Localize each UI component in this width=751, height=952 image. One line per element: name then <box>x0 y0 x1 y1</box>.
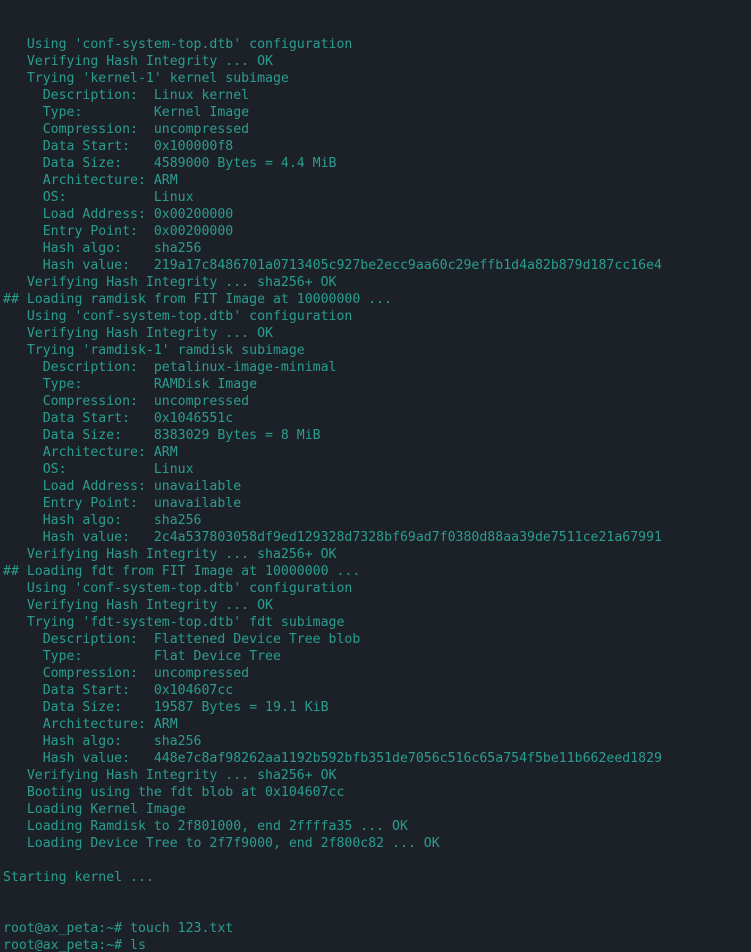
terminal-line: Architecture: ARM <box>3 717 178 732</box>
terminal-line: root@ax_peta:~# touch 123.txt <box>3 921 234 936</box>
terminal-line: Starting kernel ... <box>3 870 154 885</box>
terminal-line: Hash algo: sha256 <box>3 734 202 749</box>
terminal-line: Using 'conf-system-top.dtb' configuratio… <box>3 37 353 52</box>
terminal-line: Architecture: ARM <box>3 445 178 460</box>
terminal-line: ## Loading ramdisk from FIT Image at 100… <box>3 292 393 307</box>
terminal-line: OS: Linux <box>3 190 194 205</box>
terminal-line: Architecture: ARM <box>3 173 178 188</box>
terminal-line: Trying 'fdt-system-top.dtb' fdt subimage <box>3 615 345 630</box>
terminal-line: Data Start: 0x104607cc <box>3 683 234 698</box>
terminal-line: Verifying Hash Integrity ... OK <box>3 326 273 341</box>
terminal-line: OS: Linux <box>3 462 194 477</box>
terminal-line: Using 'conf-system-top.dtb' configuratio… <box>3 581 353 596</box>
terminal-line: Type: Kernel Image <box>3 105 250 120</box>
terminal-line: Compression: uncompressed <box>3 122 250 137</box>
terminal-line: Loading Ramdisk to 2f801000, end 2ffffa3… <box>3 819 408 834</box>
terminal-line: Hash value: 448e7c8af98262aa1192b592bfb3… <box>3 751 662 766</box>
terminal-line: Data Start: 0x100000f8 <box>3 139 234 154</box>
terminal-scrollback: Using 'conf-system-top.dtb' configuratio… <box>3 36 751 952</box>
terminal-line: Type: RAMDisk Image <box>3 377 258 392</box>
terminal-line: Verifying Hash Integrity ... OK <box>3 54 273 69</box>
terminal-line: Hash algo: sha256 <box>3 513 202 528</box>
terminal-line: Data Size: 4589000 Bytes = 4.4 MiB <box>3 156 337 171</box>
terminal-line: Description: Linux kernel <box>3 88 250 103</box>
terminal-line: Hash algo: sha256 <box>3 241 202 256</box>
terminal-line: Hash value: 219a17c8486701a0713405c927be… <box>3 258 662 273</box>
terminal-line: Verifying Hash Integrity ... OK <box>3 598 273 613</box>
terminal-line: root@ax_peta:~# ls <box>3 938 146 952</box>
terminal-line: Entry Point: 0x00200000 <box>3 224 234 239</box>
terminal-line: Trying 'ramdisk-1' ramdisk subimage <box>3 343 305 358</box>
terminal-line: Trying 'kernel-1' kernel subimage <box>3 71 289 86</box>
terminal-line: Loading Device Tree to 2f7f9000, end 2f8… <box>3 836 440 851</box>
terminal-line: Loading Kernel Image <box>3 802 186 817</box>
terminal-line: Booting using the fdt blob at 0x104607cc <box>3 785 345 800</box>
terminal-line: Description: petalinux-image-minimal <box>3 360 337 375</box>
terminal-line: Data Size: 8383029 Bytes = 8 MiB <box>3 428 321 443</box>
terminal-line: Load Address: 0x00200000 <box>3 207 234 222</box>
terminal-line: Data Size: 19587 Bytes = 19.1 KiB <box>3 700 329 715</box>
terminal-output[interactable]: Using 'conf-system-top.dtb' configuratio… <box>0 0 751 952</box>
terminal-line: Verifying Hash Integrity ... sha256+ OK <box>3 768 337 783</box>
terminal-line: Verifying Hash Integrity ... sha256+ OK <box>3 547 337 562</box>
terminal-line: Verifying Hash Integrity ... sha256+ OK <box>3 275 337 290</box>
terminal-line: Compression: uncompressed <box>3 394 250 409</box>
terminal-line: Using 'conf-system-top.dtb' configuratio… <box>3 309 353 324</box>
terminal-line: Load Address: unavailable <box>3 479 242 494</box>
terminal-line: Entry Point: unavailable <box>3 496 242 511</box>
terminal-line: Description: Flattened Device Tree blob <box>3 632 361 647</box>
terminal-line: Compression: uncompressed <box>3 666 250 681</box>
terminal-line: Data Start: 0x1046551c <box>3 411 234 426</box>
terminal-line: Type: Flat Device Tree <box>3 649 281 664</box>
terminal-line: Hash value: 2c4a537803058df9ed129328d732… <box>3 530 662 545</box>
terminal-line: ## Loading fdt from FIT Image at 1000000… <box>3 564 361 579</box>
